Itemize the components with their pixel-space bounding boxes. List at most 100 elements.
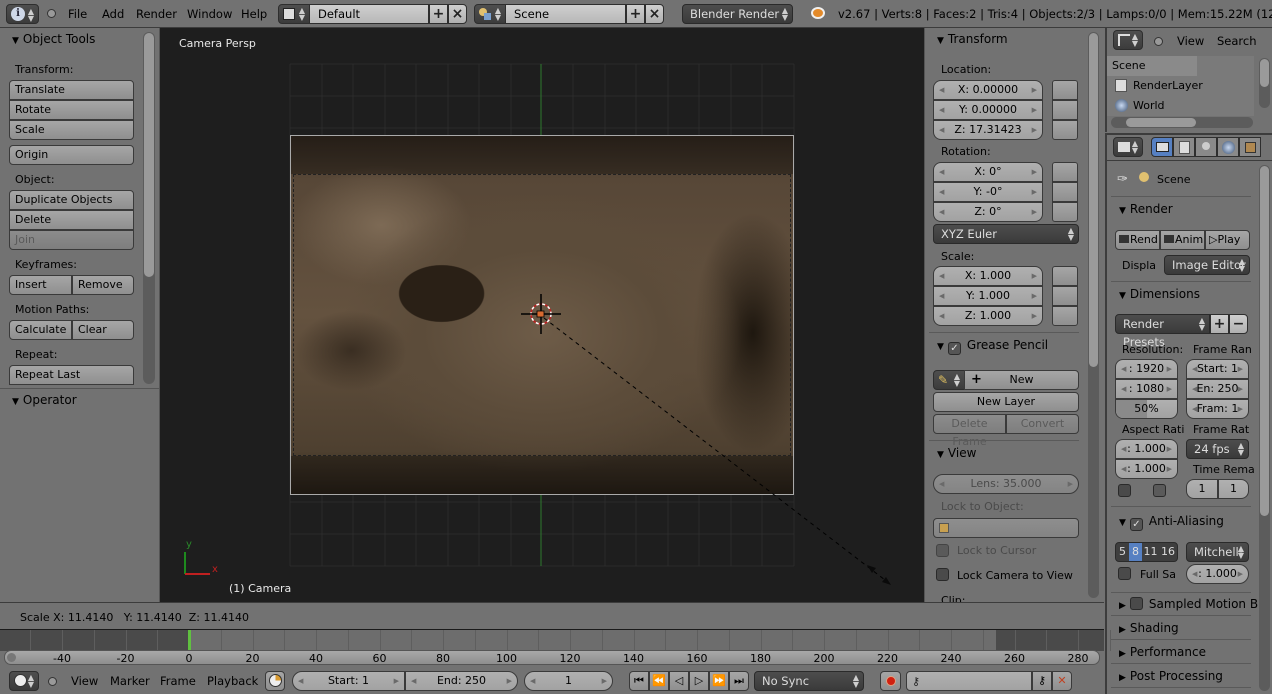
lock-scale-z-icon[interactable] (1052, 306, 1078, 326)
insert-keyframe-button[interactable]: Insert (9, 275, 72, 295)
delete-screen-button[interactable]: × (448, 4, 467, 24)
jump-to-start-button[interactable]: ⏮ (629, 671, 649, 691)
add-scene-button[interactable]: + (626, 4, 645, 24)
pin-icon[interactable]: ✑ (1117, 172, 1128, 187)
lock-to-object-field[interactable] (933, 518, 1079, 538)
outliner-menu-view[interactable]: View (1177, 34, 1204, 48)
collapse-menu-icon[interactable] (48, 677, 57, 686)
shading-header[interactable]: ▶ Shading (1119, 621, 1179, 635)
resolution-x-field[interactable]: ◀: 1920 ▶ (1115, 359, 1178, 379)
auto-keyframe-record-button[interactable] (880, 671, 901, 691)
jump-to-end-button[interactable]: ⏭ (729, 671, 749, 691)
add-preset-button[interactable]: + (1210, 314, 1229, 334)
tool-shelf-scroll-thumb[interactable] (144, 33, 154, 277)
menu-render[interactable]: Render (136, 7, 177, 21)
scene-selector[interactable]: ▲ ▼ (474, 4, 506, 24)
aspect-x-field[interactable]: ◀: 1.000 ▶ (1115, 439, 1178, 459)
editor-type-button[interactable]: i ▲ ▼ (6, 4, 39, 24)
properties-editor-type-button[interactable]: ▲ ▼ (1113, 137, 1143, 157)
repeat-last-button[interactable]: Repeat Last (9, 365, 134, 385)
origin-button[interactable]: Origin (9, 145, 134, 165)
grease-pencil-checkbox[interactable]: ✓ (947, 342, 961, 355)
current-frame-field[interactable]: ◀ 1 ▶ (524, 671, 613, 691)
tab-render[interactable] (1151, 137, 1173, 157)
remove-preset-button[interactable]: − (1229, 314, 1248, 334)
resolution-percentage-slider[interactable]: 50% (1115, 399, 1178, 419)
properties-region-scrollbar[interactable] (1088, 32, 1099, 598)
outliner-row-renderlayer[interactable]: RenderLayer (1107, 76, 1254, 96)
frame-rate-dropdown[interactable]: 24 fps ▲ ▼ (1186, 439, 1249, 459)
timeline-menu-playback[interactable]: Playback (207, 674, 258, 688)
lock-location-z-icon[interactable] (1052, 120, 1078, 140)
outliner-row-scene[interactable]: Scene (1107, 56, 1197, 76)
lock-camera-to-view-checkbox[interactable] (936, 568, 949, 581)
play-button[interactable]: ▷ (689, 671, 709, 691)
jump-to-prev-keyframe-button[interactable]: ⏪ (649, 671, 669, 691)
scale-y-field[interactable]: ◀ Y: 1.000 ▶ (933, 286, 1043, 306)
delete-keyframe-button[interactable]: ✕ (1052, 671, 1072, 691)
translate-button[interactable]: Translate (9, 80, 134, 100)
delete-button[interactable]: Delete (9, 210, 134, 230)
tab-object[interactable] (1239, 137, 1261, 157)
rotation-x-field[interactable]: ◀ X: 0° ▶ (933, 162, 1043, 182)
render-still-button[interactable]: Rend (1115, 230, 1160, 250)
render-animation-button[interactable]: Anim (1160, 230, 1205, 250)
new-layer-button[interactable]: New Layer (933, 392, 1079, 412)
grease-pencil-header[interactable]: ▼ ✓ Grease Pencil (937, 338, 1048, 355)
insert-keyframe-button[interactable]: ⚷ (1032, 671, 1052, 691)
timeline-menu-marker[interactable]: Marker (110, 674, 150, 688)
lens-field[interactable]: ◀ Lens: 35.000 ▶ (933, 474, 1079, 494)
render-presets-dropdown[interactable]: Render Presets ▲ ▼ (1115, 314, 1210, 349)
render-panel-header[interactable]: ▼ Render (1119, 202, 1173, 216)
delete-scene-button[interactable]: × (645, 4, 664, 24)
outliner-vscrollbar[interactable] (1259, 58, 1270, 108)
jump-to-next-keyframe-button[interactable]: ⏩ (709, 671, 729, 691)
rotation-z-field[interactable]: ◀ Z: 0° ▶ (933, 202, 1043, 222)
add-screen-button[interactable]: + (429, 4, 448, 24)
grease-pencil-new-button[interactable]: + New (964, 370, 1079, 390)
view-panel-header[interactable]: ▼ View (937, 446, 976, 460)
timeline-scrollbar[interactable] (4, 650, 1100, 665)
scale-button[interactable]: Scale (9, 120, 134, 140)
clear-paths-button[interactable]: Clear (72, 320, 134, 340)
lock-location-x-icon[interactable] (1052, 80, 1078, 100)
transform-panel-header[interactable]: ▼ Transform (937, 32, 1008, 46)
properties-editor-scroll-thumb[interactable] (1260, 166, 1269, 516)
timeline-start-field[interactable]: ◀ Start: 1 ▶ (292, 671, 405, 691)
lock-location-y-icon[interactable] (1052, 100, 1078, 120)
aa-sample-option[interactable]: 16 (1159, 543, 1177, 561)
border-checkbox[interactable] (1118, 484, 1131, 497)
tab-render-layers[interactable] (1173, 137, 1195, 157)
anti-aliasing-checkbox[interactable]: ✓ (1129, 518, 1143, 531)
lock-rotation-x-icon[interactable] (1052, 162, 1078, 182)
lock-scale-x-icon[interactable] (1052, 266, 1078, 286)
post-processing-header[interactable]: ▶ Post Processing (1119, 669, 1223, 683)
grease-pencil-datablock-selector[interactable]: ✎ ▲ ▼ (933, 370, 965, 390)
tool-shelf-scrollbar[interactable] (143, 32, 155, 384)
performance-header[interactable]: ▶ Performance (1119, 645, 1206, 659)
timeline-end-field[interactable]: ◀ End: 250 ▶ (405, 671, 518, 691)
delete-frame-button[interactable]: Delete Frame (933, 414, 1006, 448)
scale-x-field[interactable]: ◀ X: 1.000 ▶ (933, 266, 1043, 286)
scale-z-field[interactable]: ◀ Z: 1.000 ▶ (933, 306, 1043, 326)
timeline-editor-type-button[interactable]: ▲ ▼ (9, 671, 39, 691)
filter-size-field[interactable]: ◀: 1.000 ▶ (1186, 564, 1249, 584)
aa-sample-option[interactable]: 5 (1116, 543, 1129, 561)
menu-help[interactable]: Help (241, 7, 267, 21)
lock-rotation-z-icon[interactable] (1052, 202, 1078, 222)
rotate-button[interactable]: Rotate (9, 100, 134, 120)
aa-sample-option[interactable]: 8 (1129, 543, 1142, 561)
timeline-menu-view[interactable]: View (71, 674, 98, 688)
tab-world[interactable] (1217, 137, 1239, 157)
convert-button[interactable]: Convert (1006, 414, 1079, 434)
aa-sample-option[interactable]: 11 (1142, 543, 1159, 561)
aspect-y-field[interactable]: ◀: 1.000 ▶ (1115, 459, 1178, 479)
menu-add[interactable]: Add (102, 7, 124, 21)
screen-layout-selector[interactable]: ▲ ▼ (278, 4, 310, 24)
lock-scale-y-icon[interactable] (1052, 286, 1078, 306)
full-sample-checkbox[interactable] (1118, 567, 1131, 580)
frame-end-field[interactable]: ◀ En: 250 ▶ (1186, 379, 1249, 399)
scene-name[interactable]: Scene (505, 4, 626, 24)
calculate-paths-button[interactable]: Calculate (9, 320, 72, 340)
outliner-row-world[interactable]: World (1107, 96, 1254, 116)
